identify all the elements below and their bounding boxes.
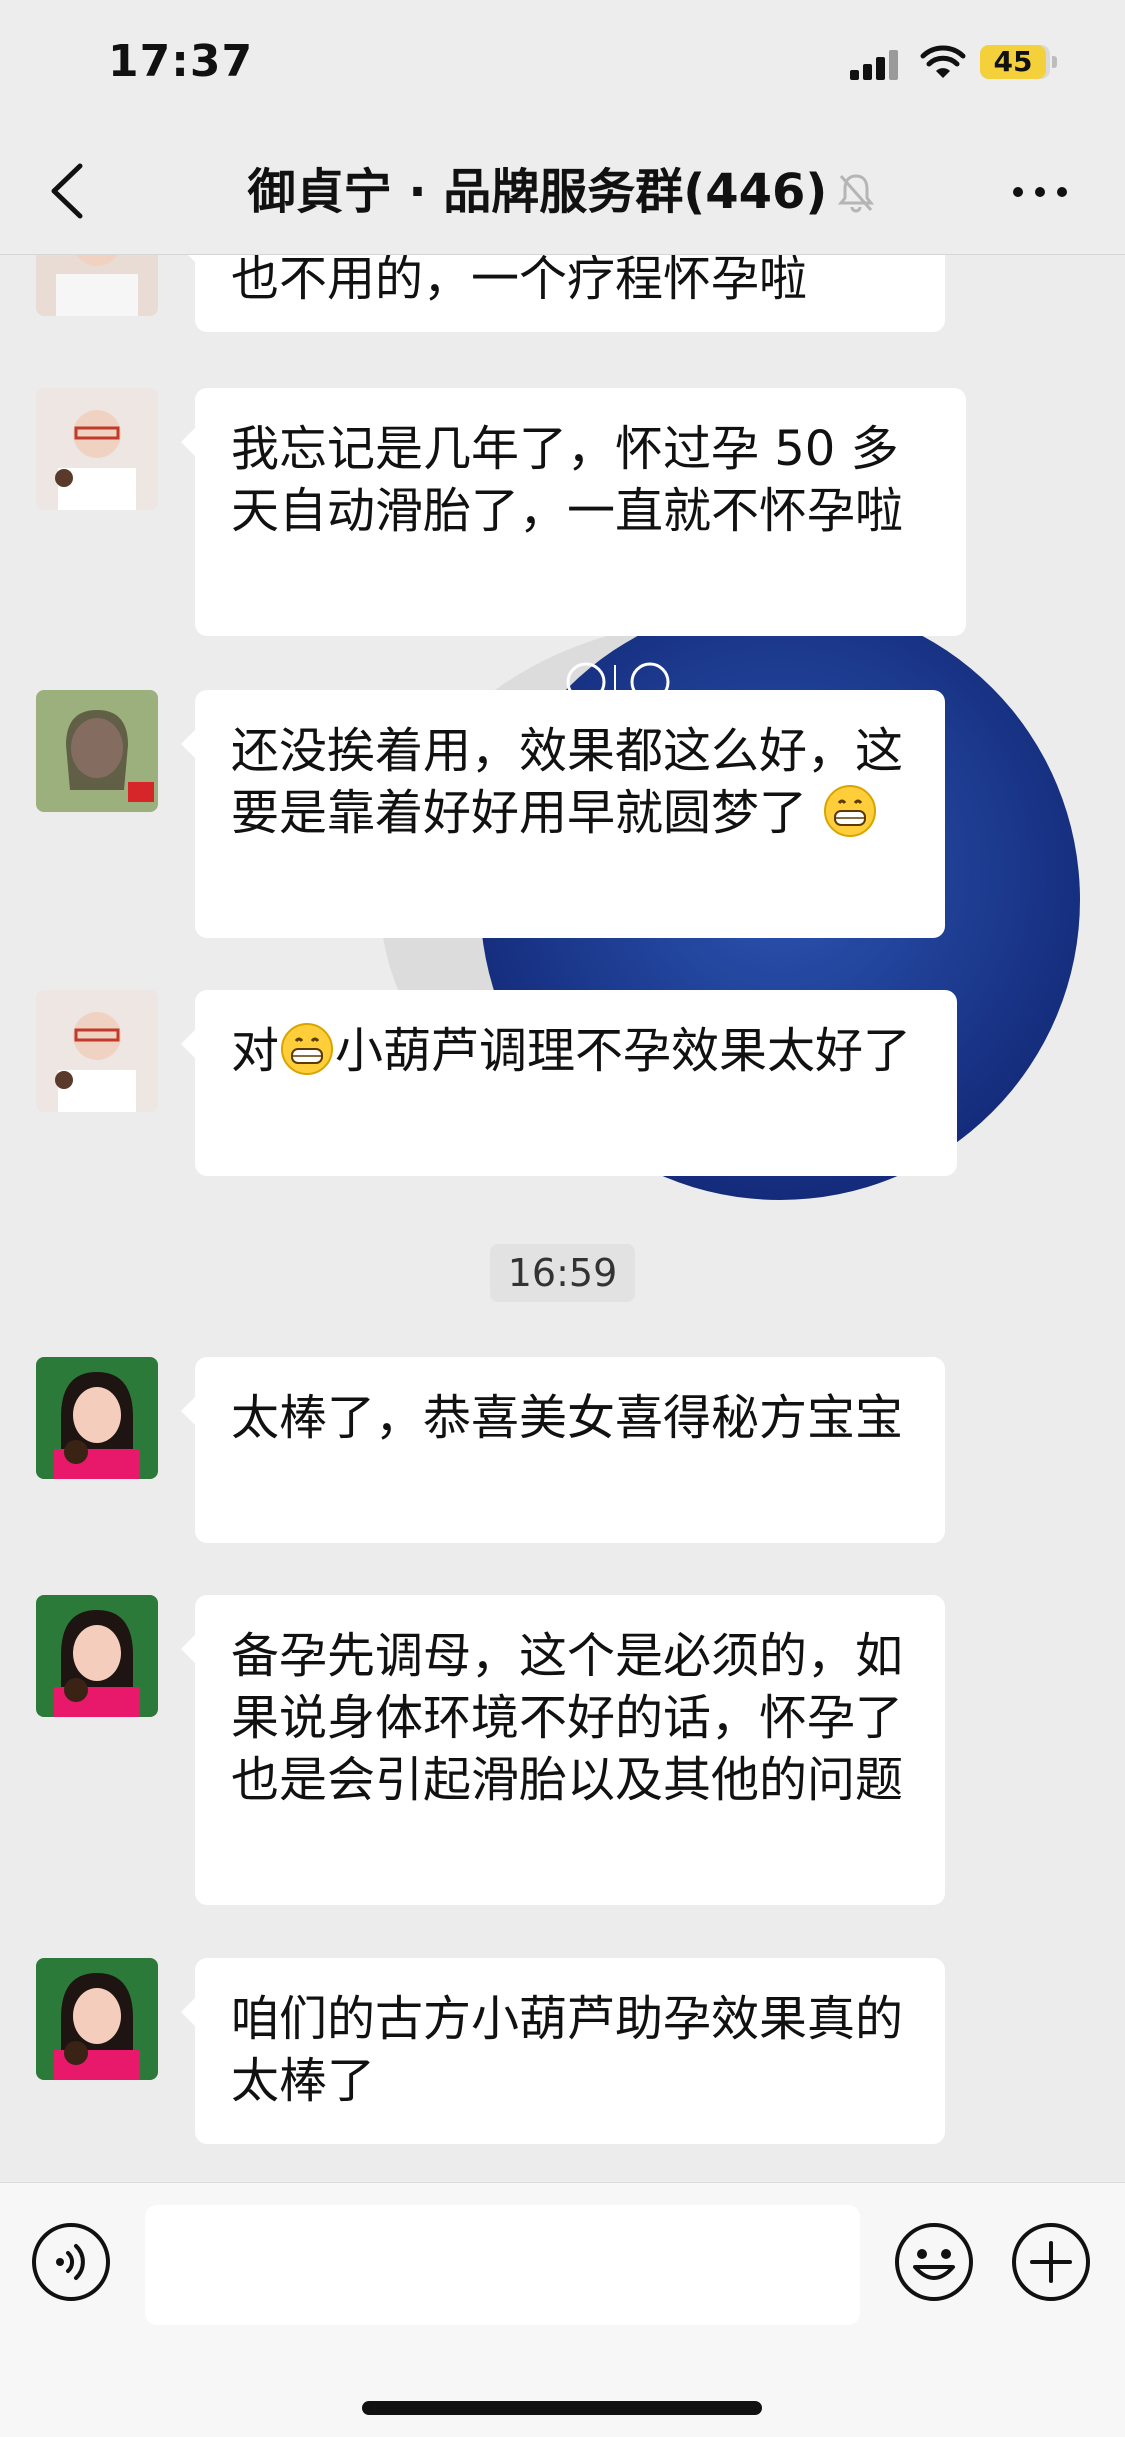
wifi-icon bbox=[920, 45, 966, 78]
message-text: 还没挨着用，效果都这么好，这要是靠着好好用早就圆梦了 bbox=[231, 723, 904, 841]
home-indicator[interactable] bbox=[362, 2401, 762, 2415]
plus-more-icon[interactable] bbox=[1010, 2221, 1092, 2303]
grin-emoji-icon bbox=[824, 785, 877, 837]
voice-input-icon[interactable] bbox=[30, 2221, 112, 2303]
message-bubble[interactable]: 对小葫芦调理不孕效果太好了 bbox=[181, 990, 957, 1176]
message-bubble[interactable]: 我忘记是几年了，怀过孕 50 多天自动滑胎了，一直就不怀孕啦 bbox=[181, 388, 966, 636]
chat-title-wrapper: 御貞宁 · 品牌服务群(446) bbox=[248, 130, 878, 254]
battery-icon: 45 bbox=[980, 45, 1057, 79]
avatar[interactable] bbox=[36, 388, 158, 510]
cellular-signal-icon bbox=[850, 50, 900, 80]
message-timestamp: 16:59 bbox=[490, 1244, 635, 1302]
message-text: 小葫芦调理不孕效果太好了 bbox=[335, 1023, 912, 1079]
avatar[interactable] bbox=[36, 990, 158, 1112]
avatar[interactable] bbox=[36, 254, 158, 316]
avatar[interactable] bbox=[36, 690, 158, 812]
avatar[interactable] bbox=[36, 1357, 158, 1479]
message-bubble[interactable]: 太棒了，恭喜美女喜得秘方宝宝 bbox=[181, 1357, 945, 1543]
chat-header: 御貞宁 · 品牌服务群(446) bbox=[0, 130, 1125, 255]
message-text: 对 bbox=[231, 1023, 280, 1079]
mute-bell-icon bbox=[838, 174, 875, 213]
message-input[interactable] bbox=[145, 2205, 860, 2325]
battery-level: 45 bbox=[993, 45, 1033, 78]
grin-emoji-icon bbox=[281, 1023, 334, 1075]
chat-title-container: 御貞宁 · 品牌服务群(446) bbox=[0, 130, 1125, 254]
input-toolbar bbox=[0, 2182, 1125, 2437]
avatar[interactable] bbox=[36, 1595, 158, 1717]
more-options-icon[interactable] bbox=[1010, 180, 1070, 204]
message-bubble[interactable]: 也不用的，一个疗程怀孕啦 bbox=[181, 254, 945, 332]
message-text: 也不用的，一个疗程怀孕啦 bbox=[231, 254, 808, 307]
message-text: 我忘记是几年了，怀过孕 50 多天自动滑胎了，一直就不怀孕啦 bbox=[231, 421, 904, 539]
message-text: 太棒了，恭喜美女喜得秘方宝宝 bbox=[231, 1390, 904, 1446]
message-bubble[interactable]: 还没挨着用，效果都这么好，这要是靠着好好用早就圆梦了 bbox=[181, 690, 945, 938]
chat-area[interactable]: 也不用的，一个疗程怀孕啦 我忘记是几年了，怀过孕 50 多天自动滑胎了，一直就不… bbox=[0, 254, 1125, 2182]
message-text: 备孕先调母，这个是必须的，如果说身体环境不好的话，怀孕了也是会引起滑胎以及其他的… bbox=[231, 1628, 904, 1808]
status-time: 17:37 bbox=[108, 36, 254, 87]
status-bar: 17:37 45 bbox=[0, 0, 1125, 130]
chat-title: 御貞宁 · 品牌服务群(446) bbox=[247, 164, 828, 220]
emoji-picker-icon[interactable] bbox=[893, 2221, 975, 2303]
message-text: 咱们的古方小葫芦助孕效果真的太棒了 bbox=[231, 1991, 904, 2109]
message-bubble[interactable]: 咱们的古方小葫芦助孕效果真的太棒了 bbox=[181, 1958, 945, 2144]
avatar[interactable] bbox=[36, 1958, 158, 2080]
message-bubble[interactable]: 备孕先调母，这个是必须的，如果说身体环境不好的话，怀孕了也是会引起滑胎以及其他的… bbox=[181, 1595, 945, 1905]
